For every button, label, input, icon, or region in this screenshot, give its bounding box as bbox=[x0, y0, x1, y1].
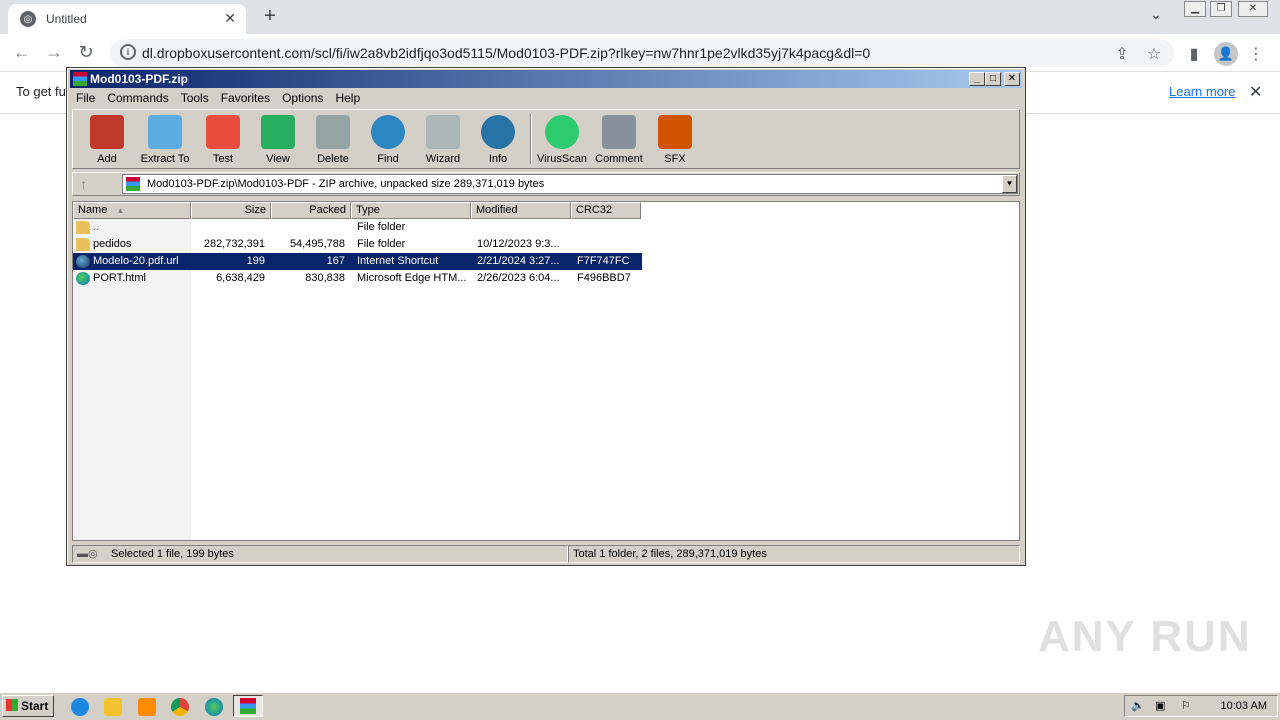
status-selected: ▬◎ Selected 1 file, 199 bytes bbox=[72, 545, 568, 563]
column-header-type[interactable]: Type bbox=[351, 202, 471, 219]
close-tab-icon[interactable]: ✕ bbox=[224, 10, 236, 27]
column-header-modified[interactable]: Modified bbox=[471, 202, 571, 219]
back-arrow-icon[interactable]: ← bbox=[11, 42, 33, 63]
magnifier-icon bbox=[371, 115, 405, 149]
taskbar bbox=[0, 692, 1280, 720]
menu-favorites[interactable]: Favorites bbox=[215, 89, 276, 107]
winrar-close-button[interactable]: ✕ bbox=[1004, 72, 1020, 86]
volume-icon[interactable]: 🔈 bbox=[1131, 699, 1145, 712]
view-button[interactable]: View bbox=[250, 112, 306, 166]
test-clipboard-icon bbox=[206, 115, 240, 149]
close-info-bar-icon[interactable]: ✕ bbox=[1249, 82, 1262, 102]
add-archive-icon bbox=[90, 115, 124, 149]
folder-icon bbox=[76, 238, 90, 251]
system-tray: 🔈 ▣ ⚐ 10:03 AM bbox=[1124, 695, 1278, 717]
info-bar-text: To get fu bbox=[16, 84, 66, 99]
explorer-folder-icon[interactable] bbox=[104, 698, 122, 716]
winrar-maximize-button[interactable]: □ bbox=[985, 72, 1001, 86]
sfx-box-icon bbox=[658, 115, 692, 149]
book-view-icon bbox=[261, 115, 295, 149]
delete-button[interactable]: Delete bbox=[305, 112, 361, 166]
comment-icon bbox=[602, 115, 636, 149]
reload-icon[interactable]: ↻ bbox=[75, 42, 97, 63]
toolbar-separator bbox=[530, 114, 532, 164]
drive-icon: ▬◎ bbox=[77, 548, 98, 560]
table-row[interactable]: .. File folder bbox=[73, 219, 642, 236]
learn-more-link[interactable]: Learn more bbox=[1169, 84, 1235, 99]
side-panel-icon[interactable]: ▮ bbox=[1184, 44, 1204, 64]
minimize-window-button[interactable]: ▁ bbox=[1184, 1, 1206, 17]
extract-to-button[interactable]: Extract To bbox=[137, 112, 193, 166]
ie-icon[interactable] bbox=[71, 698, 89, 716]
archive-path-field[interactable]: Mod0103-PDF.zip\Mod0103-PDF - ZIP archiv… bbox=[122, 174, 1018, 194]
menu-options[interactable]: Options bbox=[276, 89, 329, 107]
winrar-minimize-button[interactable]: _ bbox=[969, 72, 985, 86]
sort-ascending-icon: ▲ bbox=[116, 206, 125, 215]
chrome-icon[interactable] bbox=[171, 698, 189, 716]
profile-avatar[interactable]: 👤 bbox=[1214, 42, 1238, 66]
menu-file[interactable]: File bbox=[70, 89, 101, 107]
winrar-app-icon bbox=[73, 72, 87, 86]
new-tab-button[interactable]: + bbox=[258, 4, 282, 28]
media-player-icon[interactable] bbox=[138, 698, 156, 716]
winrar-taskbar-button[interactable] bbox=[233, 695, 263, 717]
info-button[interactable]: Info bbox=[470, 112, 526, 166]
edge-icon[interactable] bbox=[205, 698, 223, 716]
tab-title: Untitled bbox=[46, 12, 87, 26]
wand-icon bbox=[426, 115, 460, 149]
info-icon bbox=[481, 115, 515, 149]
url-text: dl.dropboxusercontent.com/scl/fi/iw2a8vb… bbox=[142, 45, 871, 61]
menu-help[interactable]: Help bbox=[329, 89, 366, 107]
status-total: Total 1 folder, 2 files, 289,371,019 byt… bbox=[568, 545, 1020, 563]
flag-icon[interactable]: ⚐ bbox=[1181, 699, 1191, 712]
up-arrow-icon[interactable]: ↑ bbox=[80, 176, 87, 192]
menu-commands[interactable]: Commands bbox=[101, 89, 174, 107]
column-header-name[interactable]: Name ▲ bbox=[73, 202, 191, 219]
globe-icon: ◎ bbox=[20, 11, 36, 27]
column-header-size[interactable]: Size bbox=[191, 202, 271, 219]
status-bar: ▬◎ Selected 1 file, 199 bytes Total 1 fol… bbox=[72, 545, 1020, 563]
more-menu-icon[interactable]: ⋮ bbox=[1246, 44, 1266, 64]
bug-scan-icon bbox=[545, 115, 579, 149]
close-window-button[interactable]: ✕ bbox=[1238, 1, 1268, 17]
table-row[interactable]: PORT.html 6,638,429 830,838 Microsoft Ed… bbox=[73, 270, 642, 287]
share-icon[interactable]: ⇪ bbox=[1112, 44, 1132, 64]
restore-window-button[interactable]: ❐ bbox=[1210, 1, 1232, 17]
table-row[interactable]: pedidos 282,732,391 54,495,788 File fold… bbox=[73, 236, 642, 253]
sfx-button[interactable]: SFX bbox=[647, 112, 703, 166]
network-icon[interactable]: ▣ bbox=[1155, 699, 1165, 712]
winrar-menu-bar: File Commands Tools Favorites Options Help bbox=[70, 89, 1022, 107]
archive-icon bbox=[126, 177, 140, 191]
column-header-packed[interactable]: Packed bbox=[271, 202, 351, 219]
table-row-selected[interactable]: Modelo-20.pdf.url 199 167 Internet Short… bbox=[73, 253, 642, 270]
internet-shortcut-icon bbox=[76, 255, 90, 268]
bookmark-star-icon[interactable]: ☆ bbox=[1144, 44, 1164, 64]
clock[interactable]: 10:03 AM bbox=[1221, 700, 1267, 712]
folder-icon bbox=[76, 221, 90, 234]
add-button[interactable]: Add bbox=[79, 112, 135, 166]
test-button[interactable]: Test bbox=[195, 112, 251, 166]
wizard-button[interactable]: Wizard bbox=[415, 112, 471, 166]
forward-arrow-icon[interactable]: → bbox=[43, 42, 65, 63]
tab-search-chevron-icon[interactable]: ⌄ bbox=[1150, 6, 1162, 23]
winrar-icon bbox=[240, 698, 256, 714]
path-dropdown-icon[interactable]: ▼ bbox=[1002, 175, 1017, 193]
virusscan-button[interactable]: VirusScan bbox=[534, 112, 590, 166]
windows-logo-icon bbox=[6, 699, 18, 711]
trash-icon bbox=[316, 115, 350, 149]
menu-tools[interactable]: Tools bbox=[175, 89, 215, 107]
edge-html-icon bbox=[76, 272, 90, 285]
watermark-logo: ANY RUN bbox=[1038, 612, 1252, 661]
column-header-crc32[interactable]: CRC32 bbox=[571, 202, 641, 219]
comment-button[interactable]: Comment bbox=[591, 112, 647, 166]
address-bar[interactable]: i dl.dropboxusercontent.com/scl/fi/iw2a8… bbox=[110, 39, 1174, 67]
find-button[interactable]: Find bbox=[360, 112, 416, 166]
winrar-title-bar[interactable]: Mod0103-PDF.zip bbox=[70, 70, 1022, 88]
folder-extract-icon bbox=[148, 115, 182, 149]
browser-tab[interactable]: ◎ Untitled ✕ bbox=[8, 4, 246, 34]
site-info-icon[interactable]: i bbox=[120, 44, 136, 60]
